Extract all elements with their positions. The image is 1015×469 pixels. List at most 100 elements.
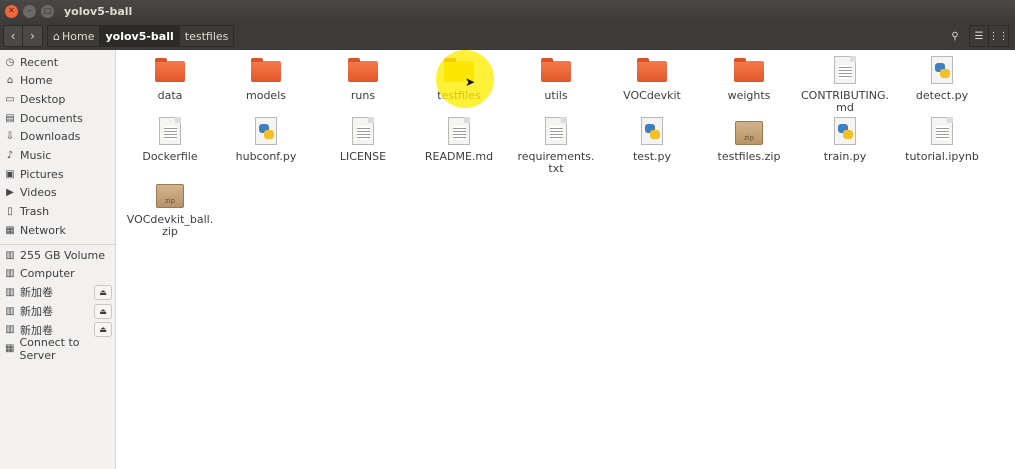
breadcrumb-label: Home [61,29,95,43]
sidebar-item-pictures[interactable]: ▣ Pictures [0,165,115,183]
document-lines [357,126,370,140]
search-icon: ⚲ [951,30,959,42]
sidebar-item-label: 新加卷 [20,305,53,319]
breadcrumb-label: yolov5-ball [105,29,174,43]
file-item[interactable]: zip testfiles.zip [701,117,797,163]
document-shape [352,117,374,145]
file-name: data [157,89,183,102]
file-item[interactable]: zip VOCdevkit_ball. zip [122,180,218,238]
clock-icon: ◷ [5,56,15,68]
file-item[interactable]: CONTRIBUTING. md [797,56,893,114]
file-name: CONTRIBUTING. md [801,89,889,114]
search-button[interactable]: ⚲ [945,25,965,47]
file-name: tutorial.ipynb [905,150,979,163]
file-item[interactable]: tutorial.ipynb [894,117,990,163]
sidebar-item-新加卷[interactable]: ▥ 新加卷 ⏏ [0,302,115,320]
drive-icon: ▥ [5,286,15,298]
file-item[interactable]: hubconf.py [218,117,314,163]
document-lines [936,126,949,140]
drive-icon: ▥ [5,305,15,317]
sidebar-item-computer[interactable]: ▥ Computer [0,265,115,283]
chevron-right-icon: › [30,29,35,43]
file-item[interactable]: train.py [797,117,893,163]
toolbar: ‹ › ⌂ Home yolov5-ball testfiles ⚲ ☰ ⋮⋮ [0,22,1015,50]
sidebar-item-music[interactable]: ♪ Music [0,147,115,165]
close-icon: ✕ [8,6,15,15]
folder-shape [541,58,571,82]
file-item[interactable]: runs [315,56,411,102]
sidebar-item-network[interactable]: ▦ Network [0,221,115,239]
file-item[interactable]: test.py [604,117,700,163]
list-view-icon: ☰ [974,30,984,42]
file-item[interactable]: utils [508,56,604,102]
sidebar-item-label: Music [20,149,52,162]
file-name: utils [544,89,568,102]
sidebar-item-connect-to-server[interactable]: ▦ Connect to Server [0,336,115,362]
server-icon: ▦ [5,343,15,354]
sidebar-item-home[interactable]: ⌂ Home [0,72,115,90]
breadcrumb-yolov5-ball[interactable]: yolov5-ball [100,25,180,47]
document-lines [839,65,852,79]
toolbar-actions: ⚲ ☰ ⋮⋮ [945,25,1009,47]
file-item[interactable]: models [218,56,314,102]
file-name: requirements. txt [517,150,595,175]
sidebar-item-label: 新加卷 [20,286,53,300]
folder-icon [155,56,185,86]
file-item[interactable]: Dockerfile [122,117,218,163]
document-shape [834,56,856,84]
zip-box-shape: zip [156,184,184,208]
list-view-button[interactable]: ☰ [969,25,989,47]
sidebar-item-trash[interactable]: ▯ Trash [0,203,115,221]
python-file-shape [255,117,277,145]
sidebar-item-255-gb-volume[interactable]: ▥ 255 GB Volume [0,246,115,264]
file-grid: datamodelsrunstestfilesutilsVOCdevkitwei… [117,50,1015,469]
text-document-icon [541,117,571,147]
close-window-button[interactable]: ✕ [5,4,18,18]
eject-button[interactable]: ⏏ [94,284,112,300]
folder-icon [348,56,378,86]
sidebar-item-desktop[interactable]: ▭ Desktop [0,90,115,108]
folder-shape [637,58,667,82]
file-name: README.md [424,150,494,163]
sidebar-item-recent[interactable]: ◷ Recent [0,53,115,71]
document-shape [448,117,470,145]
sidebar-item-downloads[interactable]: ⇩ Downloads [0,128,115,146]
python-file-icon [927,56,957,86]
forward-button[interactable]: › [23,25,43,47]
sidebar-item-videos[interactable]: ▶ Videos [0,184,115,202]
sidebar-item-documents[interactable]: ▤ Documents [0,109,115,127]
file-name: train.py [823,150,867,163]
network-icon: ▦ [5,224,15,236]
file-item[interactable]: README.md [411,117,507,163]
home-icon: ⌂ [6,75,14,87]
file-item[interactable]: detect.py [894,56,990,102]
eject-button[interactable]: ⏏ [94,303,112,319]
title-bar: ✕ – □ yolov5-ball [0,0,1015,22]
sidebar-item-新加卷[interactable]: ▥ 新加卷 ⏏ [0,283,115,301]
sidebar-item-label: Desktop [20,92,66,106]
python-file-shape [931,56,953,84]
file-name: testfiles.zip [717,150,781,163]
maximize-window-button[interactable]: □ [41,4,54,18]
minimize-window-button[interactable]: – [23,4,36,18]
drive-icon: ▥ [5,249,15,261]
computer-icon: ▥ [5,268,15,280]
home-icon: ⌂ [53,29,60,43]
sidebar-separator [0,244,115,245]
file-item[interactable]: VOCdevkit [604,56,700,102]
back-button[interactable]: ‹ [3,25,23,47]
mouse-cursor-icon: ➤ [465,75,476,89]
videos-icon: ▶ [6,187,14,199]
breadcrumb-testfiles[interactable]: testfiles [179,25,235,47]
breadcrumb-home[interactable]: ⌂ Home [47,25,101,47]
file-item[interactable]: data [122,56,218,102]
grid-view-button[interactable]: ⋮⋮ [989,25,1009,47]
sidebar-item-label: Connect to Server [19,335,80,362]
file-item[interactable]: weights [701,56,797,102]
file-item[interactable]: LICENSE [315,117,411,163]
trash-icon: ▯ [7,206,13,218]
document-shape [931,117,953,145]
file-item[interactable]: requirements. txt [508,117,604,175]
file-name: detect.py [915,89,969,102]
python-file-icon [637,117,667,147]
